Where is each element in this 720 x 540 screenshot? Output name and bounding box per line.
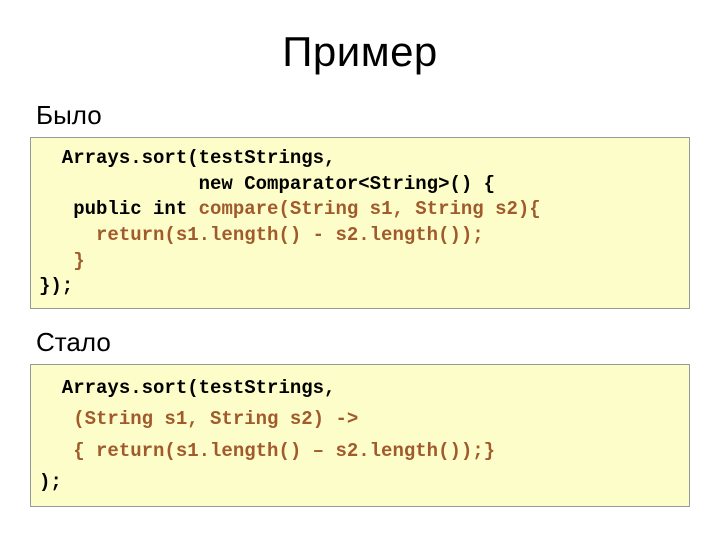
slide-title: Пример (30, 28, 690, 76)
code-highlight: { return(s1.length() – s2.length());} (39, 440, 495, 462)
code-highlight: } (39, 250, 85, 272)
after-code-block: Arrays.sort(testStrings, (String s1, Str… (30, 364, 690, 507)
code-highlight: compare(String s1, String s2){ (199, 198, 541, 220)
code-highlight: (String s1, String s2) -> (39, 408, 358, 430)
code-line: new Comparator<String>() { (39, 173, 495, 195)
code-line: Arrays.sort(testStrings, (39, 377, 335, 399)
after-label: Стало (36, 327, 690, 358)
code-highlight: return(s1.length() - s2.length()); (39, 224, 484, 246)
before-label: Было (36, 100, 690, 131)
code-line: Arrays.sort(testStrings, (39, 147, 335, 169)
slide: Пример Было Arrays.sort(testStrings, new… (0, 0, 720, 507)
code-line: public int (39, 198, 199, 220)
before-code-block: Arrays.sort(testStrings, new Comparator<… (30, 137, 690, 309)
code-line: ); (39, 471, 62, 493)
code-line: }); (39, 275, 73, 297)
